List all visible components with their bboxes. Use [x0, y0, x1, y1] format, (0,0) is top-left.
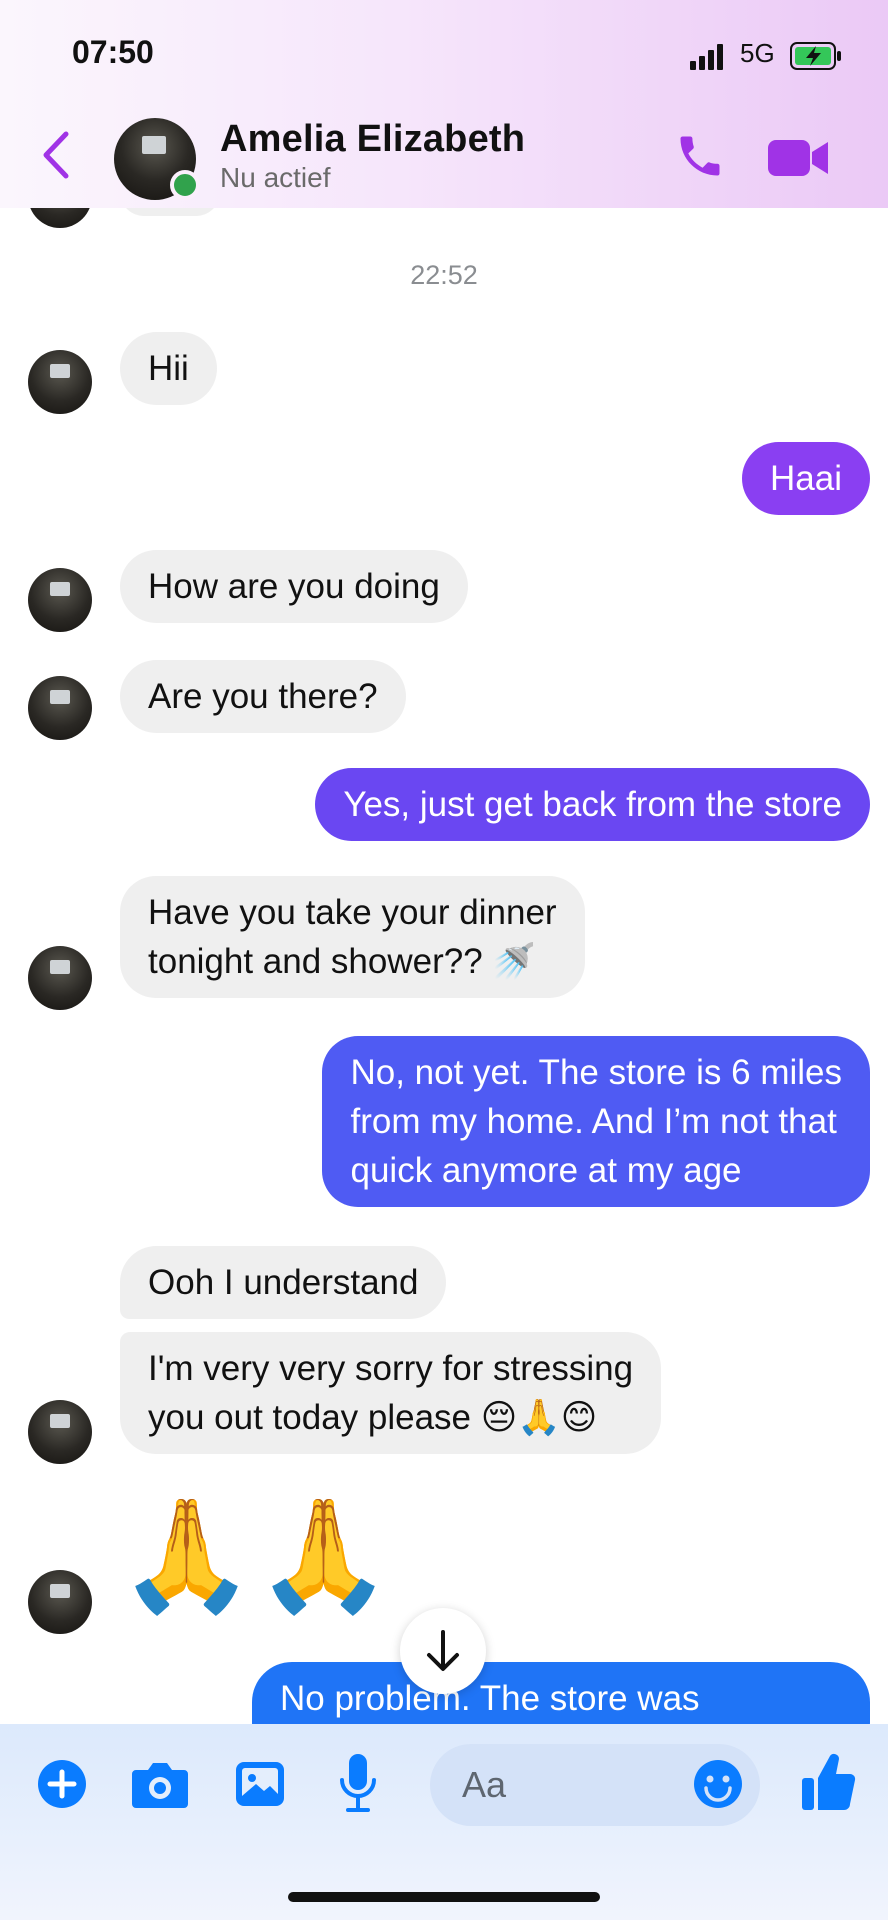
- contact-avatar-small[interactable]: [28, 676, 92, 740]
- status-time: 07:50: [72, 34, 154, 70]
- message-bubble-partial: [120, 208, 220, 216]
- microphone-icon[interactable]: [338, 1752, 378, 1816]
- message-bubble-incoming[interactable]: How are you doing: [120, 550, 468, 623]
- home-indicator: [288, 1892, 600, 1902]
- message-bubble-incoming[interactable]: I'm very very sorry for stressing you ou…: [120, 1332, 662, 1454]
- emoji-icon[interactable]: [692, 1758, 744, 1810]
- network-label: 5G: [740, 38, 775, 68]
- signal-icon: [690, 44, 723, 70]
- scroll-to-bottom-button[interactable]: [400, 1608, 486, 1694]
- message-bubble-outgoing[interactable]: No problem. The store was: [252, 1662, 870, 1724]
- message-bubble-incoming[interactable]: Are you there?: [120, 660, 406, 733]
- message-line: you out today please 😔🙏😊: [148, 1398, 598, 1437]
- online-indicator: [170, 170, 200, 200]
- phone-icon[interactable]: [674, 130, 726, 182]
- message-input-placeholder: Aa: [462, 1764, 507, 1805]
- video-camera-icon[interactable]: [768, 138, 830, 178]
- message-line: No, not yet. The store is 6 miles: [350, 1053, 842, 1092]
- message-bubble-incoming[interactable]: Hii: [120, 332, 217, 405]
- message-bubble-outgoing[interactable]: No, not yet. The store is 6 miles from m…: [322, 1036, 870, 1207]
- contact-avatar-small[interactable]: [28, 568, 92, 632]
- thumbs-up-icon[interactable]: [800, 1750, 856, 1814]
- plus-icon[interactable]: [36, 1758, 88, 1810]
- message-line: quick anymore at my age: [350, 1151, 742, 1190]
- message-line: I'm very very sorry for stressing: [148, 1349, 634, 1388]
- contact-avatar-small[interactable]: [28, 1400, 92, 1464]
- contact-status: Nu actief: [220, 162, 331, 193]
- message-line: Have you take your dinner: [148, 893, 557, 932]
- message-list[interactable]: 22:52 Hii Haai How are you doing Are you…: [0, 208, 888, 1724]
- contact-name[interactable]: Amelia Elizabeth: [220, 118, 525, 161]
- message-line: tonight and shower?? 🚿: [148, 942, 536, 981]
- message-bubble-outgoing[interactable]: Yes, just get back from the store: [315, 768, 870, 841]
- contact-avatar-small[interactable]: [28, 1570, 92, 1634]
- contact-avatar-small[interactable]: [28, 350, 92, 414]
- emoji-message[interactable]: 🙏🙏: [118, 1496, 392, 1616]
- message-bubble-outgoing[interactable]: Haai: [742, 442, 870, 515]
- back-chevron-icon[interactable]: [40, 130, 72, 180]
- contact-avatar-small[interactable]: [28, 946, 92, 1010]
- chat-header: 07:50 5G Amelia Elizabeth Nu actief: [0, 0, 888, 208]
- message-bubble-incoming[interactable]: Have you take your dinner tonight and sh…: [120, 876, 585, 998]
- timestamp: 22:52: [410, 260, 478, 290]
- image-icon[interactable]: [234, 1758, 286, 1810]
- contact-avatar-small: [28, 208, 92, 228]
- message-bubble-incoming[interactable]: Ooh I understand: [120, 1246, 447, 1319]
- message-line: from my home. And I’m not that: [350, 1102, 837, 1141]
- camera-icon[interactable]: [130, 1758, 190, 1810]
- arrow-down-icon: [427, 1630, 459, 1671]
- battery-charging-icon: [790, 42, 841, 70]
